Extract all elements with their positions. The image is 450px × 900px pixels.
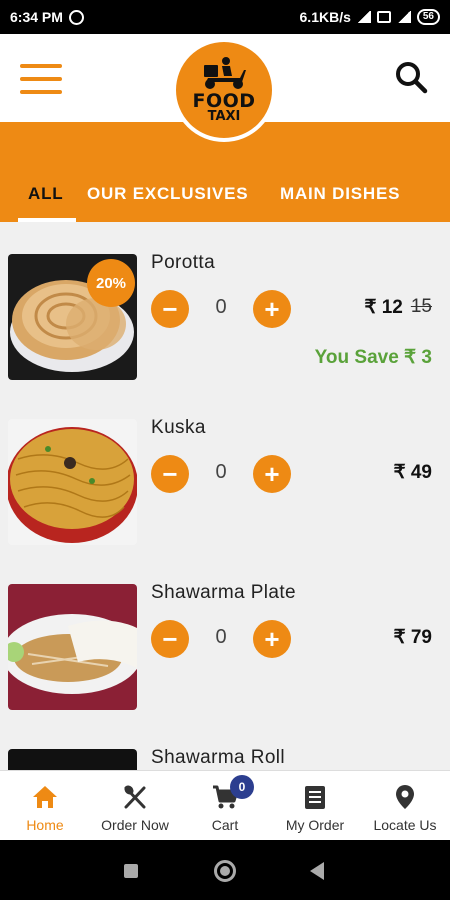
nav-cart[interactable]: 0 Cart [180,771,270,841]
nav-label: Locate Us [373,817,437,833]
item-name: Porotta [151,252,216,273]
increase-qty-button[interactable]: + [253,455,291,493]
volte-icon [376,11,391,23]
nav-label: Cart [211,817,239,833]
quantity-value: 0 [215,626,227,648]
shawarma-roll-image [8,749,137,770]
you-save-text: You Save ₹ 3 [314,347,432,368]
tab-main-dishes[interactable]: MAIN DISHES [280,184,400,204]
nav-home[interactable]: Home [0,771,90,841]
battery-icon: 56 [416,9,440,25]
nav-locate-us[interactable]: Locate Us [360,771,450,841]
home-button[interactable] [214,860,236,882]
list-item-porotta: 20% Porotta − 0 + ₹ 12 15 You Save ₹ 3 [0,222,450,387]
nav-my-order[interactable]: My Order [270,771,360,841]
list-icon [305,786,325,809]
network-speed: 6.1KB/s [299,9,351,25]
shawarma-plate-image [8,584,137,710]
status-time: 6:34 PM [10,9,63,25]
price: ₹ 12 15 [364,296,432,319]
app-logo: FOOD TAXI [172,38,276,142]
current-price: ₹ 12 [364,297,403,318]
fork-knife-icon [124,785,146,809]
system-navigation-bar [0,840,450,900]
scooter-icon [204,57,246,89]
quantity-value: 0 [215,461,227,483]
tab-our-exclusives[interactable]: OUR EXCLUSIVES [87,184,248,204]
decrease-qty-button[interactable]: − [151,290,189,328]
old-price: 15 [410,296,432,317]
tab-all[interactable]: ALL [28,184,63,204]
status-bar: 6:34 PM 6.1KB/s 56 [0,0,450,34]
decrease-qty-button[interactable]: − [151,620,189,658]
cart-count-badge: 0 [230,775,254,799]
current-price: ₹ 49 [393,462,432,483]
list-item-kuska: Kuska − 0 + ₹ 49 [0,387,450,552]
item-name: Kuska [151,417,206,438]
location-pin-icon [396,785,414,809]
bottom-navigation: Home Order Now 0 Cart My Order Locate Us [0,770,450,840]
nav-order-now[interactable]: Order Now [90,771,180,841]
list-item-shawarma-roll: Shawarma Roll [0,717,450,770]
signal-icon [356,11,371,23]
decrease-qty-button[interactable]: − [151,455,189,493]
list-item-shawarma-plate: Shawarma Plate − 0 + ₹ 79 [0,552,450,717]
logo-text-food: FOOD [192,90,256,112]
signal-icon-2 [396,11,411,23]
whatsapp-icon [68,9,84,25]
back-button[interactable] [310,862,324,880]
price: ₹ 79 [393,626,432,649]
price: ₹ 49 [393,461,432,484]
nav-label: My Order [285,817,345,833]
recent-apps-button[interactable] [124,864,138,878]
nav-label: Order Now [101,817,169,833]
item-name: Shawarma Plate [151,582,297,603]
logo-text-taxi: TAXI [207,109,241,124]
menu-list: 20% Porotta − 0 + ₹ 12 15 You Save ₹ 3 K… [0,222,450,770]
discount-badge: 20% [87,259,135,307]
nav-label: Home [26,817,64,833]
increase-qty-button[interactable]: + [253,620,291,658]
search-icon[interactable] [394,60,428,94]
kuska-image [8,419,137,545]
increase-qty-button[interactable]: + [253,290,291,328]
current-price: ₹ 79 [393,627,432,648]
quantity-value: 0 [215,296,227,318]
item-name: Shawarma Roll [151,747,286,768]
menu-icon[interactable] [20,64,62,94]
home-icon [33,786,57,808]
